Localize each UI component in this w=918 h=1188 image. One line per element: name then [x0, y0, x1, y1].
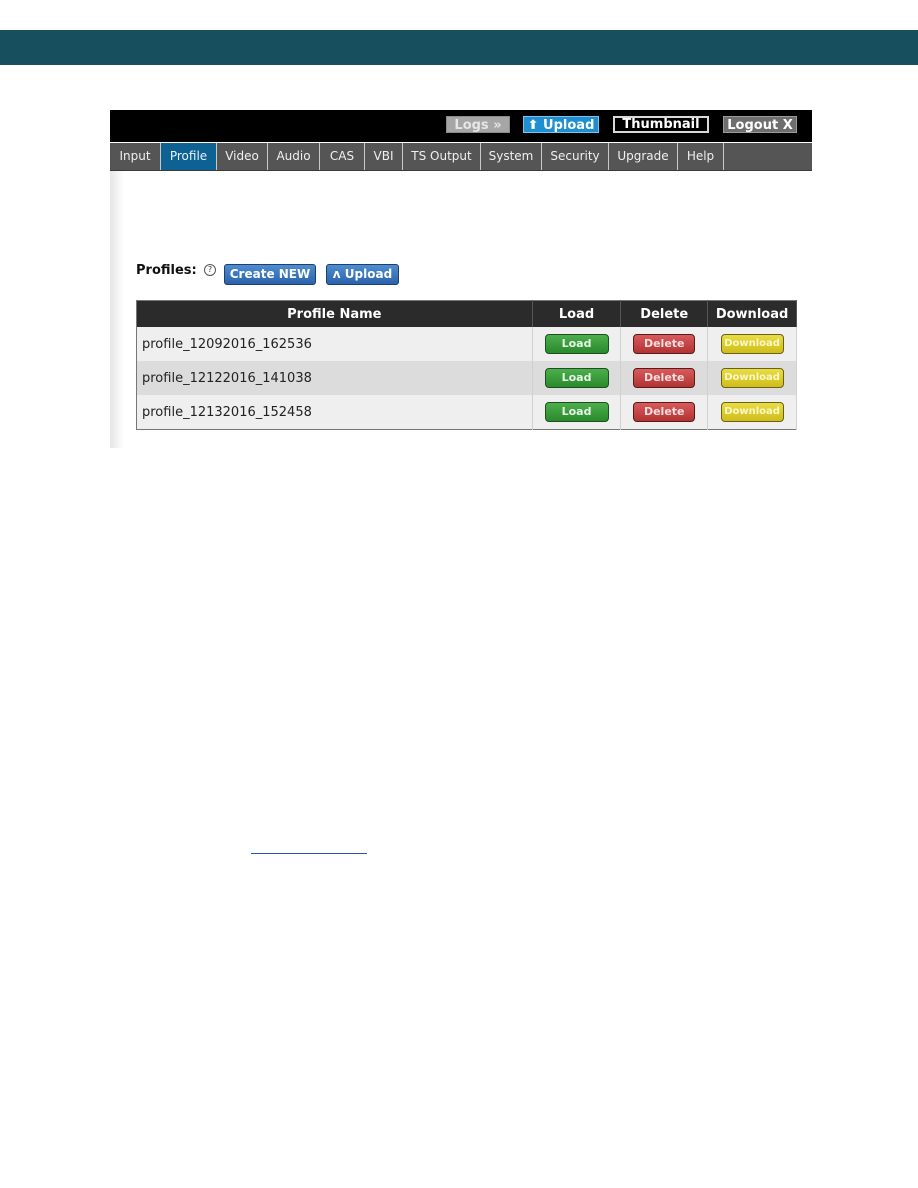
tab-cas[interactable]: CAS	[320, 143, 365, 170]
delete-button[interactable]: Delete	[633, 334, 696, 354]
download-button[interactable]: Download	[720, 368, 784, 388]
device-web-ui: Logs » ⬆ Upload Thumbnail Logout X Input…	[110, 110, 812, 448]
delete-button[interactable]: Delete	[633, 402, 696, 422]
download-button[interactable]: Download	[720, 402, 784, 422]
main-nav: Input Profile Video Audio CAS VBI TS Out…	[110, 143, 812, 171]
table-row: profile_12122016_141038 Load Delete Down…	[136, 361, 797, 395]
help-icon[interactable]: ?	[204, 264, 216, 276]
column-header-delete: Delete	[620, 300, 709, 327]
profile-name: profile_12092016_162536	[136, 327, 533, 361]
profiles-table: Profile Name Load Delete Download profil…	[136, 300, 797, 430]
tab-help[interactable]: Help	[678, 143, 724, 170]
column-header-profile-name: Profile Name	[136, 300, 533, 327]
page-header-banner	[0, 30, 918, 65]
tab-ts-output[interactable]: TS Output	[403, 143, 481, 170]
profile-name: profile_12122016_141038	[136, 361, 533, 395]
load-button[interactable]: Load	[544, 402, 609, 422]
table-header-row: Profile Name Load Delete Download	[136, 300, 797, 327]
tab-security[interactable]: Security	[542, 143, 609, 170]
upload-button[interactable]: ⬆ Upload	[523, 116, 599, 133]
thumbnail-button[interactable]: Thumbnail	[613, 116, 709, 133]
logs-button[interactable]: Logs »	[446, 116, 510, 133]
table-row: profile_12092016_162536 Load Delete Down…	[136, 327, 797, 361]
profile-name: profile_12132016_152458	[136, 395, 533, 430]
content-edge-shadow	[110, 171, 124, 448]
top-toolbar: Logs » ⬆ Upload Thumbnail Logout X	[110, 110, 812, 142]
profiles-label: Profiles:	[136, 263, 197, 278]
tab-input[interactable]: Input	[110, 143, 161, 170]
column-header-download: Download	[707, 300, 797, 327]
create-new-button[interactable]: Create NEW	[224, 264, 316, 285]
tab-upgrade[interactable]: Upgrade	[609, 143, 678, 170]
tab-video[interactable]: Video	[217, 143, 268, 170]
download-button[interactable]: Download	[720, 334, 784, 354]
delete-button[interactable]: Delete	[633, 368, 696, 388]
table-row: profile_12132016_152458 Load Delete Down…	[136, 395, 797, 430]
tab-system[interactable]: System	[481, 143, 542, 170]
tab-audio[interactable]: Audio	[268, 143, 320, 170]
column-header-load: Load	[532, 300, 622, 327]
tab-vbi[interactable]: VBI	[365, 143, 403, 170]
upload-profile-button[interactable]: ʌ Upload	[326, 264, 399, 285]
link-underline[interactable]	[251, 853, 367, 854]
load-button[interactable]: Load	[544, 334, 609, 354]
load-button[interactable]: Load	[544, 368, 609, 388]
tab-profile[interactable]: Profile	[161, 143, 217, 170]
logout-button[interactable]: Logout X	[723, 116, 797, 133]
